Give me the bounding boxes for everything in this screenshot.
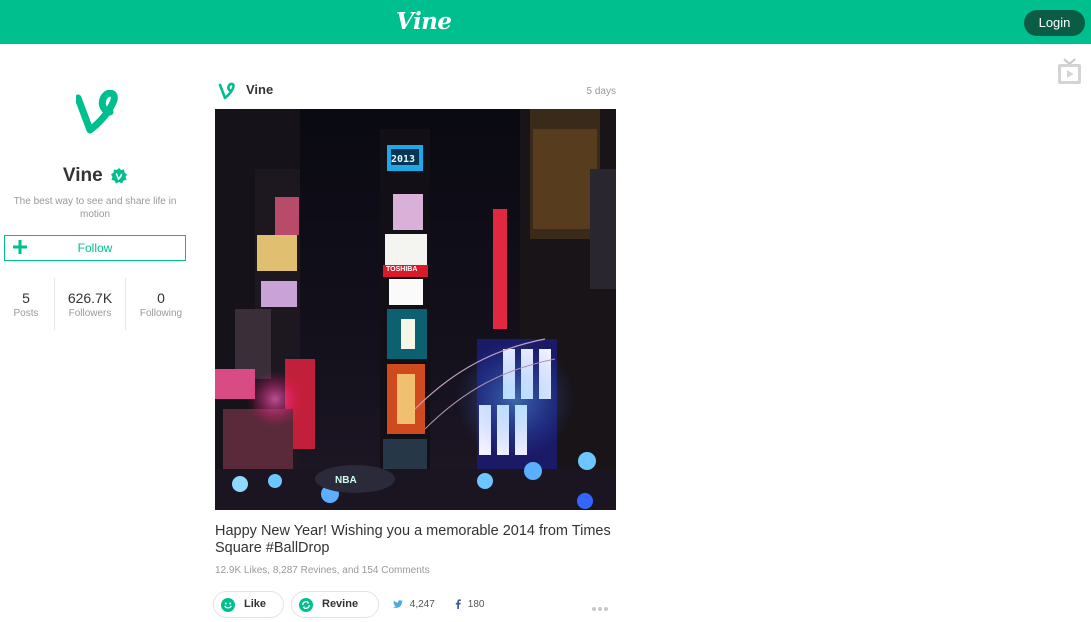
svg-text:NBA: NBA [335,475,357,486]
billboard-brand-text: TOSHIBA [386,266,418,273]
like-button[interactable]: Like [213,591,284,618]
billboard-clock-text: 2013 [391,154,416,165]
twitter-share[interactable]: 4,247 [393,599,435,610]
verified-badge-icon [111,168,128,184]
post-video[interactable]: NBA 2013 TOSHIBA [215,109,616,510]
stat-followers[interactable]: 626.7K Followers [56,278,124,330]
post-caption: Happy New Year! Wishing you a memorable … [215,523,616,557]
caption-hashtag[interactable]: #BallDrop [266,540,330,556]
post-timestamp: 5 days [586,86,616,97]
revine-icon [299,598,313,612]
facebook-share[interactable]: 180 [455,599,484,610]
post-author-name[interactable]: Vine [246,82,273,97]
stat-following-value: 0 [157,290,165,306]
post-author-avatar[interactable] [218,82,236,100]
facebook-count: 180 [467,599,485,610]
profile-name: Vine [62,165,103,186]
follow-button[interactable]: Follow [4,235,186,261]
revine-button[interactable]: Revine [291,591,379,618]
tv-icon[interactable] [1058,58,1081,84]
top-bar: Vine Login [0,0,1091,44]
follow-label: Follow [77,241,113,255]
smile-icon [221,598,235,612]
stat-followers-label: Followers [68,308,112,319]
profile-description: The best way to see and share life in mo… [13,196,177,220]
stat-posts-label: Posts [13,308,39,319]
login-button[interactable]: Login [1024,10,1085,36]
profile-name-row: Vine [0,165,190,187]
revine-label: Revine [322,598,359,610]
vine-logo[interactable]: Vine [396,8,452,35]
more-options-icon[interactable] [591,606,609,612]
facebook-icon [455,599,461,609]
post-stats-summary[interactable]: 12.9K Likes, 8,287 Revines, and 154 Comm… [215,565,430,576]
stat-posts-value: 5 [22,290,30,306]
times-square-video-frame: NBA [215,109,616,510]
stat-posts[interactable]: 5 Posts [0,278,52,330]
stat-divider [125,278,126,330]
twitter-icon [393,600,403,608]
plus-icon [13,240,27,254]
stat-following[interactable]: 0 Following [127,278,195,330]
vine-profile-avatar [76,90,118,134]
stat-followers-value: 626.7K [67,290,113,306]
like-label: Like [244,598,267,610]
twitter-count: 4,247 [409,599,435,610]
profile-stats: 5 Posts 626.7K Followers 0 Following [0,278,190,330]
stat-divider [54,278,55,330]
stat-following-label: Following [139,308,183,319]
